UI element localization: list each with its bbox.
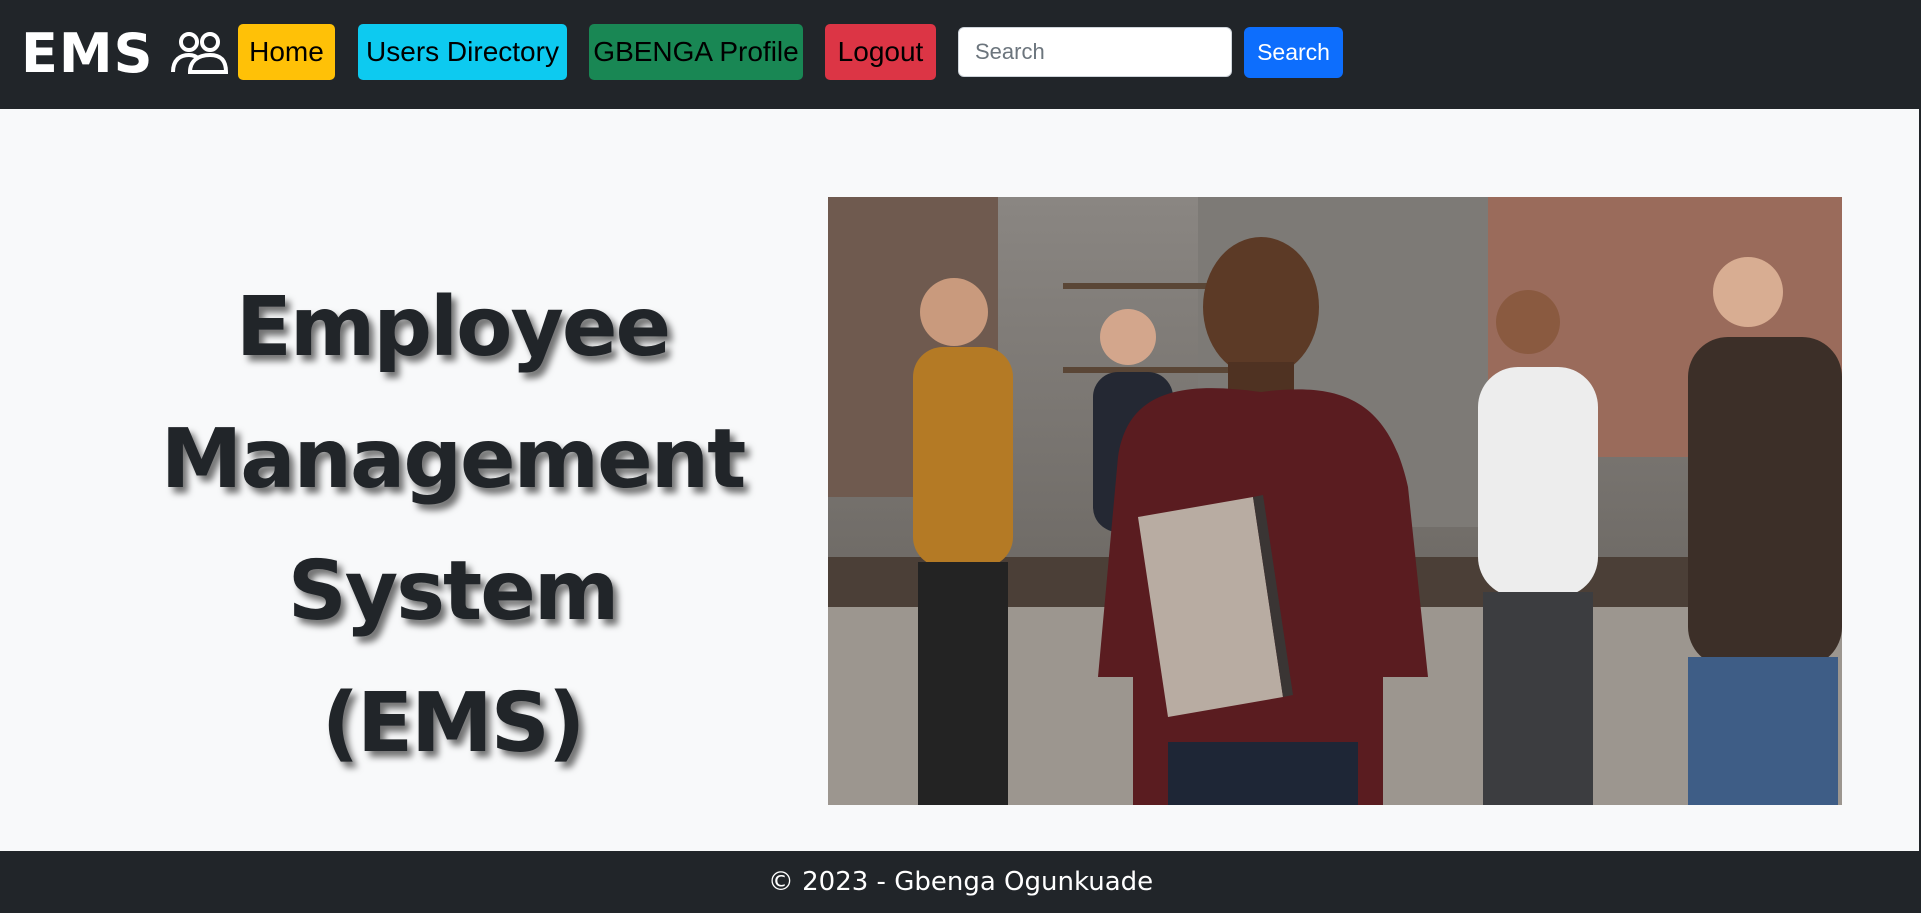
- page-title: Employee Management System (EMS): [140, 262, 765, 790]
- title-line: Employee: [235, 280, 671, 375]
- people-icon: [170, 30, 228, 76]
- hero-image: [828, 197, 1842, 805]
- title-line: System: [287, 544, 620, 639]
- search-button[interactable]: Search: [1244, 27, 1343, 78]
- brand-name: EMS: [21, 21, 154, 85]
- footer-text: © 2023 - Gbenga Ogunkuade: [767, 867, 1154, 897]
- users-directory-button[interactable]: Users Directory: [358, 24, 567, 80]
- top-navbar: EMS Home Users Directory GBENGA Profile …: [0, 0, 1921, 109]
- title-line: (EMS): [321, 676, 586, 771]
- brand-logo[interactable]: EMS: [21, 18, 228, 88]
- footer: © 2023 - Gbenga Ogunkuade: [0, 851, 1921, 913]
- logout-button[interactable]: Logout: [825, 24, 936, 80]
- title-line: Management: [160, 412, 747, 507]
- home-button[interactable]: Home: [238, 24, 335, 80]
- search-input[interactable]: [958, 27, 1232, 77]
- profile-button[interactable]: GBENGA Profile: [589, 24, 803, 80]
